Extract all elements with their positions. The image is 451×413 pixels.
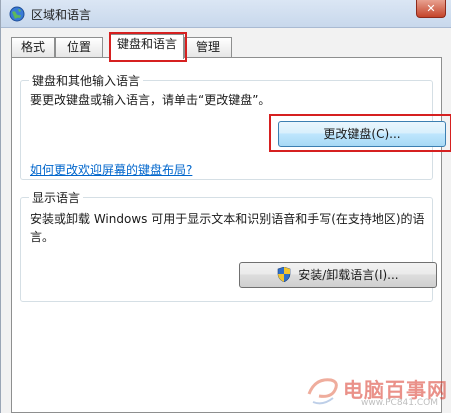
tab-label: 键盘和语言 — [116, 37, 177, 51]
tab-formats[interactable]: 格式 — [11, 37, 55, 57]
tab-label: 管理 — [195, 40, 220, 54]
install-uninstall-languages-button[interactable]: 安装/卸载语言(I)... — [239, 262, 437, 288]
display-language-group: 显示语言 安装或卸载 Windows 可用于显示文本和识别语音和手写(在支持地区… — [20, 189, 437, 302]
display-language-line-2: 言。 — [30, 230, 55, 244]
change-keyboards-button[interactable]: 更改键盘(C)... — [278, 121, 446, 147]
welcome-screen-keyboard-link[interactable]: 如何更改欢迎屏幕的键盘布局? — [30, 161, 192, 178]
tab-label: 位置 — [66, 40, 91, 54]
watermark-swirl-icon — [307, 378, 338, 405]
tab-keyboards-languages[interactable]: 键盘和语言 — [110, 34, 184, 59]
close-icon: ✕ — [426, 2, 436, 15]
keyboard-group: 键盘和其他输入语言 要更改键盘或输入语言，请单击“更改键盘”。 更改键盘(C).… — [20, 72, 451, 180]
change-keyboards-label: 更改键盘(C)... — [323, 127, 401, 141]
tab-panel: 键盘和其他输入语言 要更改键盘或输入语言，请单击“更改键盘”。 更改键盘(C).… — [11, 57, 451, 413]
tab-location[interactable]: 位置 — [55, 37, 103, 57]
watermark-logo: 电脑百事网 www.PC841.COM — [301, 372, 451, 412]
install-uninstall-label: 安装/卸载语言(I)... — [298, 268, 399, 282]
display-language-line-1: 安装或卸载 Windows 可用于显示文本和识别语音和手写(在支持地区)的语 — [30, 212, 425, 226]
close-button[interactable]: ✕ — [416, 0, 446, 18]
title-bar[interactable]: 区域和语言 ✕ — [1, 0, 451, 28]
tab-strip: 格式 位置 键盘和语言 管理 — [11, 32, 442, 62]
keyboard-instruction: 要更改键盘或输入语言，请单击“更改键盘”。 — [30, 93, 271, 107]
keyboard-group-label: 键盘和其他输入语言 — [29, 72, 144, 89]
window-title: 区域和语言 — [31, 8, 92, 22]
tab-label: 格式 — [20, 40, 45, 54]
watermark-url: www.PC841.COM — [361, 398, 439, 408]
tab-administrative[interactable]: 管理 — [184, 37, 232, 57]
display-language-label: 显示语言 — [29, 189, 84, 206]
globe-icon — [9, 6, 25, 22]
uac-shield-icon — [278, 267, 291, 282]
region-language-window: 区域和语言 ✕ 格式 位置 键盘和语言 管理 键盘和其他输入语言 要更改键盘或输… — [0, 0, 451, 413]
